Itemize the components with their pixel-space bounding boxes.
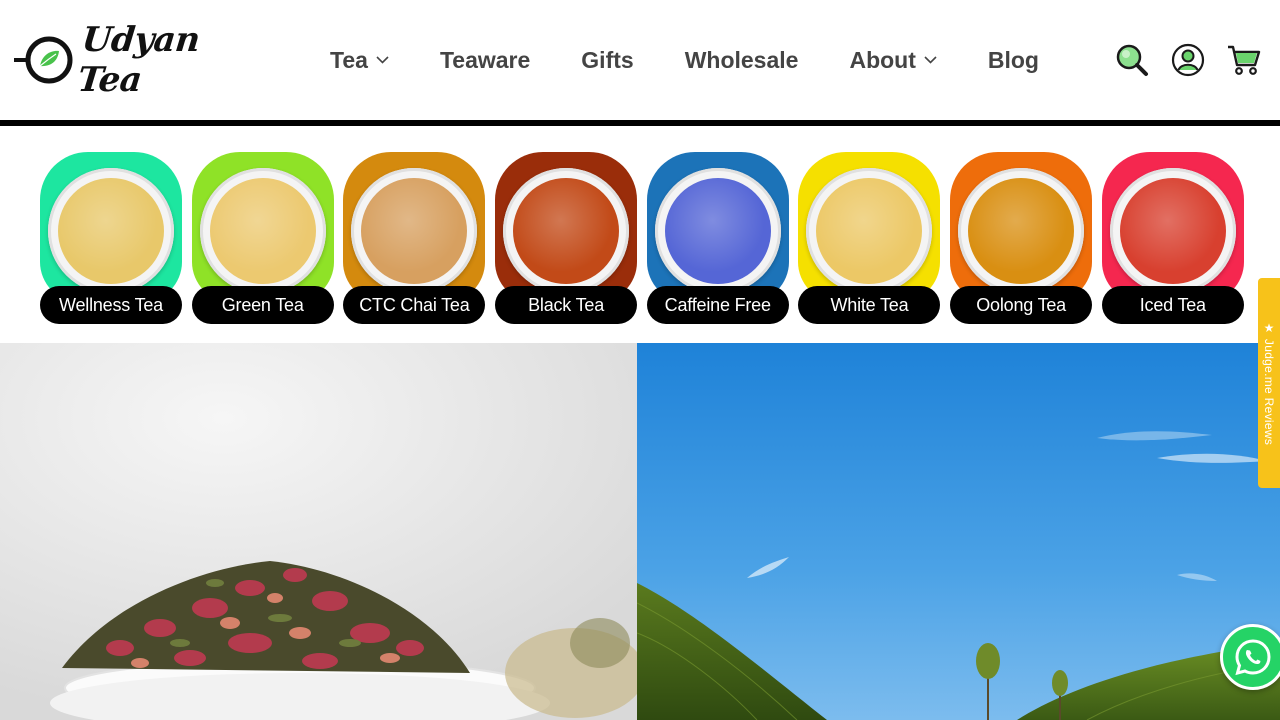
account-button[interactable] — [1170, 42, 1206, 78]
tea-cup-image — [351, 168, 478, 294]
tea-garden-landscape-image — [637, 343, 1280, 720]
category-label: Wellness Tea — [40, 286, 182, 324]
nav-item-label: Tea — [330, 46, 368, 73]
tea-liquid — [58, 178, 164, 284]
main-nav: Tea Teaware Gifts Wholesale About Blog — [330, 40, 1039, 80]
account-icon — [1171, 43, 1205, 77]
nav-item-tea[interactable]: Tea — [330, 47, 389, 74]
nav-item-label: Gifts — [581, 46, 634, 73]
tea-cup-image — [806, 168, 933, 294]
hero-image-tea-garden[interactable] — [637, 343, 1280, 720]
tea-liquid — [1119, 178, 1226, 284]
category-label: Iced Tea — [1101, 286, 1244, 324]
loose-leaf-tea-bowl-image — [0, 343, 637, 720]
chevron-down-icon — [376, 56, 389, 64]
cart-button[interactable] — [1226, 42, 1262, 78]
whatsapp-button[interactable] — [1220, 624, 1280, 690]
category-label: White Tea — [798, 286, 941, 324]
tea-liquid — [968, 178, 1075, 284]
category-caffeine-free[interactable]: Caffeine Free — [646, 152, 789, 324]
category-label: CTC Chai Tea — [343, 286, 486, 324]
header-divider — [0, 120, 1280, 126]
nav-item-blog[interactable]: Blog — [988, 47, 1039, 74]
tea-cup-logo-icon — [14, 36, 73, 84]
whatsapp-icon — [1235, 639, 1271, 676]
tea-cup-image — [199, 168, 326, 294]
nav-item-gifts[interactable]: Gifts — [581, 47, 633, 74]
tea-liquid — [816, 178, 923, 284]
tea-liquid — [664, 178, 771, 284]
category-green-tea[interactable]: Green Tea — [191, 152, 334, 324]
chevron-down-icon — [924, 56, 937, 64]
cart-icon — [1228, 45, 1261, 75]
nav-item-teaware[interactable]: Teaware — [440, 47, 530, 74]
category-ctc-chai-tea[interactable]: CTC Chai Tea — [343, 152, 486, 324]
nav-item-label: Wholesale — [684, 46, 799, 73]
category-label: Black Tea — [495, 286, 638, 324]
tea-liquid — [361, 178, 468, 284]
tea-cup-image — [503, 168, 630, 294]
header-actions — [1114, 42, 1262, 78]
tea-liquid — [209, 178, 316, 284]
category-label: Caffeine Free — [646, 286, 789, 324]
nav-item-label: Blog — [987, 46, 1039, 73]
category-oolong-tea[interactable]: Oolong Tea — [950, 152, 1093, 324]
category-label: Oolong Tea — [950, 286, 1093, 324]
category-white-tea[interactable]: White Tea — [798, 152, 941, 324]
category-label: Green Tea — [191, 286, 334, 324]
reviews-side-tab[interactable]: ★ Judge.me Reviews — [1258, 278, 1280, 488]
search-button[interactable] — [1114, 42, 1150, 78]
nav-item-about[interactable]: About — [849, 46, 937, 74]
tea-cup-image — [1109, 168, 1236, 294]
site-header: Udyan Tea Tea Teaware Gifts Wholesale Ab… — [0, 0, 1280, 120]
category-black-tea[interactable]: Black Tea — [495, 152, 638, 324]
search-icon — [1116, 44, 1148, 76]
category-iced-tea[interactable]: Iced Tea — [1101, 152, 1244, 324]
nav-item-wholesale[interactable]: Wholesale — [685, 47, 799, 74]
logo[interactable]: Udyan Tea — [14, 20, 234, 100]
category-strip: Wellness Tea Green Tea CTC Chai Tea Black T… — [40, 152, 1244, 324]
category-wellness-tea[interactable]: Wellness Tea — [40, 152, 182, 324]
nav-item-label: Teaware — [439, 46, 531, 73]
tea-liquid — [513, 178, 620, 284]
tea-cup-image — [654, 168, 781, 294]
reviews-side-tab-label: ★ Judge.me Reviews — [1262, 320, 1276, 446]
tea-cup-image — [48, 168, 174, 294]
brand-name: Udyan Tea — [75, 20, 202, 100]
hero-image-tea-leaves[interactable] — [0, 343, 637, 720]
tea-cup-image — [958, 168, 1085, 294]
page: Udyan Tea Tea Teaware Gifts Wholesale Ab… — [0, 0, 1280, 720]
nav-item-label: About — [849, 46, 916, 73]
